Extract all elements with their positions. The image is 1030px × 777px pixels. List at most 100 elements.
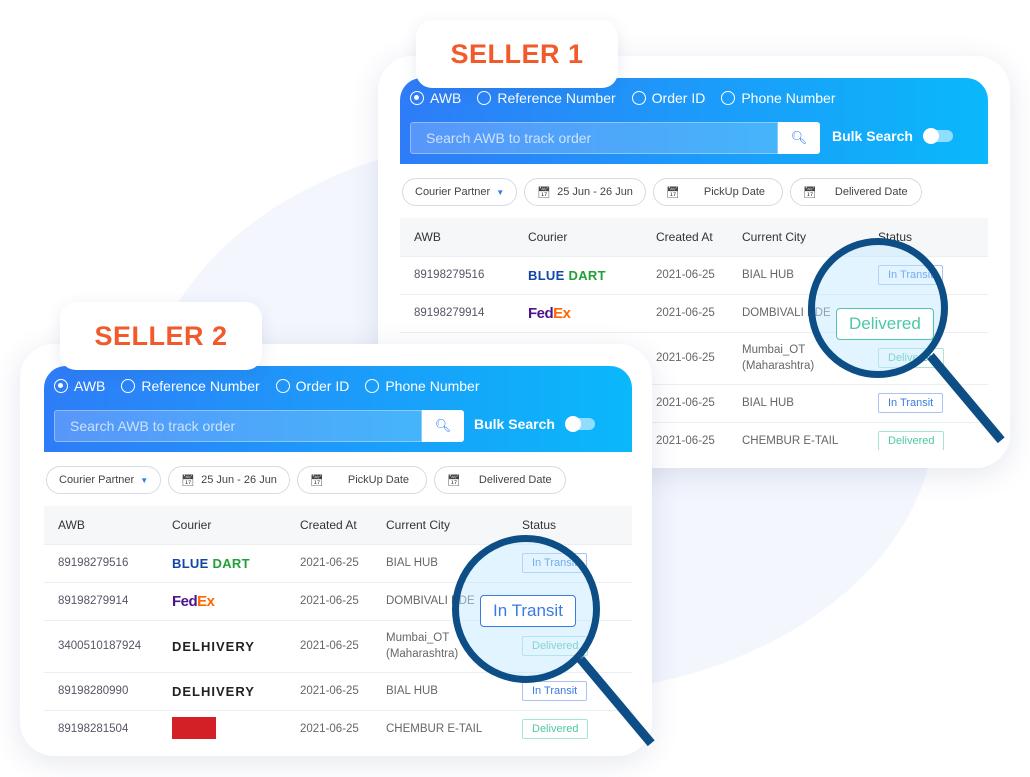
calendar-icon: 📅︎	[181, 474, 196, 487]
created-cell: 2021-06-25	[656, 331, 742, 384]
created-cell: 2021-06-25	[300, 543, 386, 582]
status-cell: Delivered	[522, 619, 632, 672]
bulk-search-toggle[interactable]: Bulk Search	[474, 416, 595, 432]
calendar-icon: 📅︎	[665, 186, 680, 199]
fedex-logo: FedEx	[172, 592, 215, 610]
pickup-date-filter[interactable]: 📅︎ PickUp Date	[296, 466, 427, 494]
radio-order-id[interactable]: Order ID	[631, 90, 705, 106]
radio-circle-icon	[410, 91, 424, 105]
awb-cell: 3400510187924	[44, 619, 172, 672]
seller1-tag: SELLER 1	[416, 20, 618, 88]
awb-cell: 89198281504	[44, 709, 172, 740]
date-range-filter[interactable]: 📅︎ 25 Jun - 26 Jun	[524, 178, 646, 206]
status-badge: Delivered	[522, 719, 589, 740]
filters-bar: Courier Partner ▼ 📅︎ 25 Jun - 26 Jun 📅︎ Pic…	[400, 164, 988, 218]
radio-phone-number[interactable]: Phone Number	[365, 378, 480, 394]
table-row[interactable]: 89198279516 BLUE DART 2021-06-25 BIAL HU…	[400, 255, 988, 294]
courier-partner-dropdown[interactable]: Courier Partner ▼	[46, 466, 162, 494]
table-row[interactable]: 89198279516 BLUE DART 2021-06-25 BIAL HU…	[44, 543, 632, 582]
status-cell: In Transit	[878, 255, 988, 294]
courier-cell: FedEx	[528, 293, 656, 332]
city-cell: Mumbai_OT (Maharashtra)	[386, 619, 522, 672]
bluedart-logo: BLUE DART	[172, 555, 250, 571]
table-row[interactable]: 89198280990 DELHIVERY 2021-06-25 BIAL HU…	[44, 671, 632, 710]
status-badge: In Transit	[878, 265, 944, 285]
radio-circle-icon	[721, 91, 736, 105]
delivered-date-filter[interactable]: 📅︎ Delivered Date	[789, 178, 922, 206]
toggle-switch[interactable]	[564, 416, 595, 432]
search-button[interactable]: 🔍︎	[422, 410, 464, 442]
radio-circle-icon	[631, 91, 646, 105]
search-header: AWB Reference Number Order ID Phone Number …	[400, 78, 988, 164]
search-button[interactable]: 🔍︎	[778, 122, 820, 154]
bluedart-logo: BLUE DART	[528, 267, 606, 283]
city-cell: CHEMBUR E-TAIL	[742, 421, 878, 450]
search-type-radios: AWB Reference Number Order ID Phone Number	[54, 378, 480, 394]
status-cell: Delivered	[522, 709, 632, 740]
table-header: AWB Courier Created At Current City Status	[400, 218, 988, 256]
search-icon: 🔍︎	[434, 418, 452, 433]
awb-cell: 89198279914	[44, 581, 172, 620]
search-type-radios: AWB Reference Number Order ID Phone Number	[410, 90, 836, 106]
column-header: Current City	[742, 218, 878, 256]
radio-reference-number[interactable]: Reference Number	[477, 90, 616, 106]
calendar-icon: 📅︎	[446, 474, 461, 487]
status-badge: Delivered	[522, 636, 589, 656]
column-header: Current City	[386, 506, 522, 544]
created-cell: 2021-06-25	[656, 421, 742, 450]
table-row[interactable]: 89198281504 2021-06-25 CHEMBUR E-TAIL De…	[44, 709, 632, 740]
search-icon: 🔍︎	[790, 130, 808, 145]
city-cell: CHEMBUR E-TAIL	[386, 709, 522, 740]
search-header: AWB Reference Number Order ID Phone Number …	[44, 366, 632, 452]
table-row[interactable]: 3400510187924 DELHIVERY 2021-06-25 Mumba…	[44, 619, 632, 672]
table-header: AWB Courier Created At Current City Status	[44, 506, 632, 544]
column-header: Status	[522, 506, 632, 544]
search-bar: 🔍︎	[410, 122, 820, 154]
courier-cell	[172, 709, 300, 740]
courier-cell: BLUE DART	[172, 543, 300, 582]
courier-cell: DELHIVERY	[172, 619, 300, 672]
bulk-search-toggle[interactable]: Bulk Search	[832, 128, 953, 144]
status-badge: Delivered	[878, 431, 945, 450]
radio-order-id[interactable]: Order ID	[275, 378, 349, 394]
indiapost-logo	[172, 716, 216, 739]
status-cell: In Transit	[522, 671, 632, 710]
created-cell: 2021-06-25	[300, 709, 386, 740]
status-badge: Delivered	[878, 348, 945, 368]
radio-circle-icon	[275, 379, 290, 393]
seller2-panel: AWB Reference Number Order ID Phone Number …	[44, 366, 632, 740]
city-cell: BIAL HUB	[386, 543, 522, 582]
column-header: AWB	[400, 218, 528, 256]
created-cell: 2021-06-25	[300, 671, 386, 710]
fedex-logo: FedEx	[528, 304, 571, 322]
column-header: Created At	[656, 218, 742, 256]
column-header: Courier	[172, 506, 300, 544]
search-input[interactable]	[410, 122, 778, 154]
awb-cell: 89198280990	[44, 671, 172, 710]
radio-phone-number[interactable]: Phone Number	[721, 90, 836, 106]
created-cell: 2021-06-25	[300, 619, 386, 672]
courier-cell: FedEx	[172, 581, 300, 620]
awb-cell: 89198279516	[400, 255, 528, 294]
date-range-filter[interactable]: 📅︎ 25 Jun - 26 Jun	[168, 466, 290, 494]
delivered-date-filter[interactable]: 📅︎ Delivered Date	[433, 466, 566, 494]
caret-down-icon: ▼	[496, 187, 505, 197]
status-badge: In Transit	[522, 681, 588, 701]
delhivery-logo: DELHIVERY	[172, 683, 255, 699]
filters-bar: Courier Partner ▼ 📅︎ 25 Jun - 26 Jun 📅︎ Pic…	[44, 452, 632, 506]
toggle-switch[interactable]	[922, 128, 953, 144]
calendar-icon: 📅︎	[802, 186, 817, 199]
calendar-icon: 📅︎	[537, 186, 552, 199]
pickup-date-filter[interactable]: 📅︎ PickUp Date	[652, 178, 783, 206]
radio-reference-number[interactable]: Reference Number	[121, 378, 260, 394]
radio-awb[interactable]: AWB	[54, 378, 105, 394]
status-cell: In Transit	[522, 543, 632, 582]
courier-partner-dropdown[interactable]: Courier Partner ▼	[402, 178, 518, 206]
search-input[interactable]	[54, 410, 422, 442]
column-header: Status	[878, 218, 988, 256]
status-cell: In Transit	[878, 383, 988, 422]
radio-circle-icon	[121, 379, 136, 393]
awb-cell: 89198279914	[400, 293, 528, 332]
calendar-icon: 📅︎	[309, 474, 324, 487]
radio-awb[interactable]: AWB	[410, 90, 461, 106]
